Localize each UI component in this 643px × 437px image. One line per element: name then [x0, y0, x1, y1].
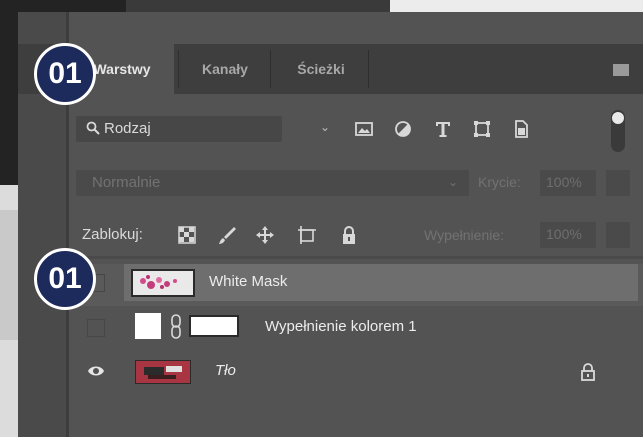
lock-label: Zablokuj:: [82, 226, 143, 243]
tab-separator: [270, 50, 271, 88]
layer-row-color-fill[interactable]: Wypełnienie kolorem 1: [69, 309, 643, 351]
image-filter-icon[interactable]: [353, 118, 375, 140]
layer-name: Wypełnienie kolorem 1: [265, 318, 417, 335]
opacity-dropdown-button[interactable]: [606, 170, 630, 196]
shape-filter-icon[interactable]: [471, 118, 493, 140]
panel-menu-icon[interactable]: [613, 64, 629, 76]
layer-name: White Mask: [209, 273, 288, 290]
layer-filter-select[interactable]: Rodzaj ⌄: [76, 116, 330, 142]
fill-value: 100%: [546, 226, 582, 242]
lock-artboard-icon[interactable]: [296, 224, 318, 246]
tab-channels[interactable]: Kanały: [186, 44, 264, 94]
lock-transparency-icon[interactable]: [176, 224, 198, 246]
lock-pixels-brush-icon[interactable]: [216, 224, 238, 246]
filter-toggle-knob[interactable]: [612, 112, 624, 124]
blend-mode-select[interactable]: Normalnie ⌄: [76, 170, 469, 196]
background-shadow: [0, 210, 18, 340]
chevron-down-icon: ⌄: [448, 175, 459, 189]
fill-input[interactable]: 100%: [540, 222, 596, 248]
step-badge: 01: [34, 248, 96, 310]
lock-icon: [581, 363, 595, 381]
fill-dropdown-button[interactable]: [606, 222, 630, 248]
layers-divider: [66, 256, 643, 259]
filter-kind-label: Rodzaj: [104, 120, 151, 137]
tab-separator: [368, 50, 369, 88]
background-strip-light: [390, 0, 643, 12]
chain-link-icon: [171, 314, 181, 339]
blend-mode-value: Normalnie: [92, 174, 161, 191]
lock-position-move-icon[interactable]: [254, 224, 276, 246]
layer-thumbnail: [131, 269, 195, 297]
fill-label: Wypełnienie:: [424, 227, 505, 243]
layer-thumbnail: [135, 360, 191, 384]
visibility-toggle[interactable]: [87, 319, 105, 337]
fill-color-thumbnail: [135, 313, 161, 339]
search-icon: [86, 121, 100, 135]
layer-mask-thumbnail: [189, 315, 239, 337]
step-badge: 01: [34, 43, 96, 105]
adjustment-filter-icon[interactable]: [392, 118, 414, 140]
layer-row-white-mask[interactable]: White Mask: [69, 264, 643, 306]
type-filter-icon[interactable]: [432, 118, 454, 140]
opacity-label: Krycie:: [478, 174, 521, 190]
opacity-input[interactable]: 100%: [540, 170, 596, 196]
lock-all-icon[interactable]: [338, 224, 360, 246]
eye-icon[interactable]: [87, 362, 105, 380]
background-strip: [126, 0, 390, 12]
selected-highlight: [124, 264, 638, 301]
mask-thumbnail-image: [133, 271, 193, 295]
layers-panel: Warstwy Kanały Ścieżki Rodzaj ⌄ Normalni…: [18, 12, 643, 437]
panel-tab-bar: Warstwy Kanały Ścieżki: [18, 44, 643, 94]
tab-separator: [178, 50, 179, 88]
chevron-down-icon: ⌄: [320, 120, 331, 134]
tab-paths[interactable]: Ścieżki: [276, 44, 366, 94]
background-thumbnail-image: [136, 361, 190, 383]
opacity-value: 100%: [546, 174, 582, 190]
smart-object-filter-icon[interactable]: [510, 118, 532, 140]
layer-name: Tło: [215, 362, 236, 379]
layer-row-background[interactable]: Tło: [69, 352, 643, 394]
